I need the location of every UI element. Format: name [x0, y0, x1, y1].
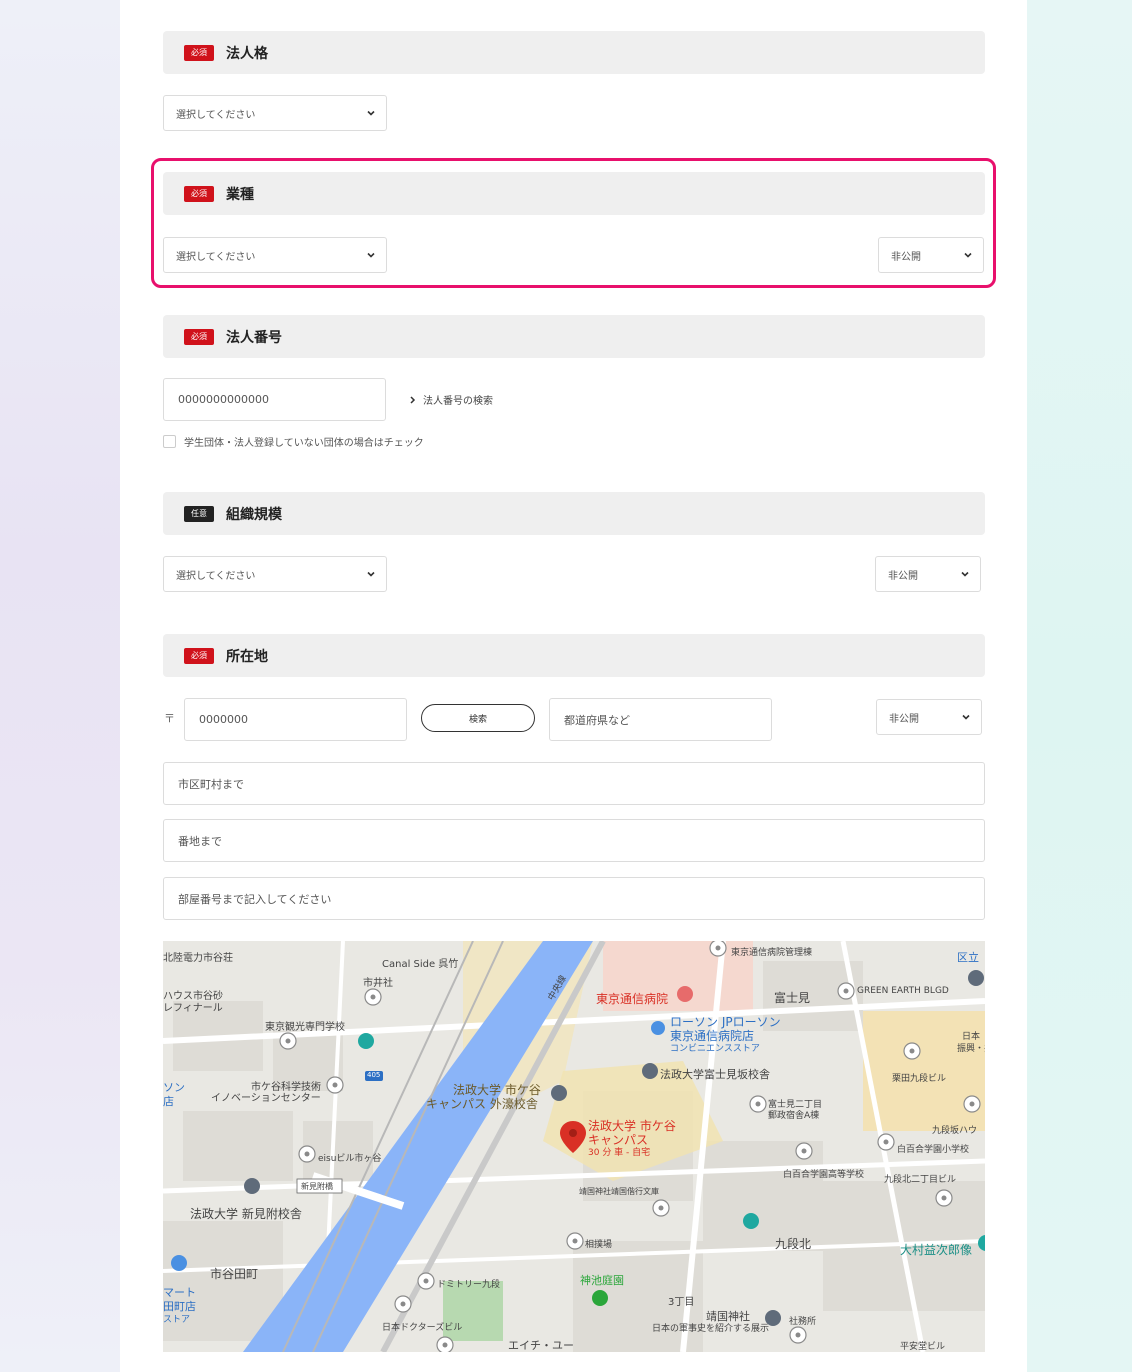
section-header-org-size: 任意 組織規模	[163, 492, 985, 535]
map-label: レフィナール	[163, 1003, 223, 1014]
input-placeholder: 都道府県など	[564, 713, 630, 727]
map-label: 社務所	[789, 1317, 817, 1327]
input-placeholder: 部屋番号まで記入してください	[178, 892, 332, 906]
section-title: 法人番号	[226, 329, 282, 346]
map-label: 405	[367, 1071, 381, 1079]
input-value: 0000000000000	[178, 393, 269, 406]
map-label: 白百合学園小学校	[897, 1145, 970, 1155]
map-label: 30 分 車 - 自宅	[588, 1148, 651, 1158]
select-value: 非公開	[888, 570, 918, 582]
map-label: 北陸電力市谷荘	[163, 953, 233, 964]
section-title: 法人格	[226, 45, 268, 62]
map-label: 市井社	[363, 978, 393, 989]
street-input[interactable]: 番地まで	[163, 819, 985, 862]
link-label: 法人番号の検索	[423, 396, 493, 407]
optional-badge: 任意	[184, 505, 214, 522]
map-label: eisuビル市ヶ谷	[318, 1154, 382, 1164]
required-badge: 必須	[184, 44, 214, 61]
map-label: ストア	[163, 1315, 191, 1325]
map-label: イノベーションセンター	[211, 1093, 321, 1104]
map-label: コンビニエンスストア	[670, 1044, 760, 1054]
map-label: 平安堂ビル	[900, 1342, 946, 1352]
map-label: 東京通信病院	[596, 992, 669, 1006]
map-label: 九段北	[775, 1237, 812, 1251]
page-background-right	[1027, 0, 1132, 1372]
button-label: 検索	[468, 714, 487, 725]
map-label: 法政大学 新見附校舎	[190, 1207, 302, 1221]
map-label: 九段北二丁目ビル	[884, 1175, 957, 1185]
chevron-down-icon	[962, 714, 970, 720]
select-value: 選択してください	[176, 570, 256, 582]
map-label: 靖国神社靖国偕行文庫	[579, 1187, 659, 1196]
map-label: Canal Side 呉竹	[382, 959, 459, 970]
map-label: 大村益次郎像	[900, 1243, 973, 1257]
map-label: キャンパス 外濠校舎	[426, 1097, 538, 1111]
section-header-location: 必須 所在地	[163, 634, 985, 677]
chevron-down-icon	[367, 110, 375, 116]
map-label: GREEN EARTH BLGD	[857, 986, 949, 996]
chevron-down-icon	[961, 571, 969, 577]
map-label: 市谷田町	[210, 1267, 259, 1281]
postal-search-button[interactable]: 検索	[421, 704, 535, 732]
location-visibility-select[interactable]: 非公開	[876, 699, 982, 735]
no-registration-checkbox-row[interactable]: 学生団体・法人登録していない団体の場合はチェック	[163, 434, 424, 449]
select-value: 非公開	[889, 713, 919, 725]
corporate-number-input[interactable]: 0000000000000	[163, 378, 386, 421]
section-header-corporate-number: 必須 法人番号	[163, 315, 985, 358]
map-label: エイチ・ユー	[508, 1339, 574, 1352]
map-label: 東京通信病院管理棟	[731, 948, 813, 958]
no-registration-checkbox[interactable]	[163, 435, 176, 448]
input-placeholder: 番地まで	[178, 834, 222, 848]
section-header-legal-entity: 必須 法人格	[163, 31, 985, 74]
checkbox-label: 学生団体・法人登録していない団体の場合はチェック	[184, 438, 424, 449]
corporate-number-search-link[interactable]: 法人番号の検索	[408, 392, 493, 407]
city-input[interactable]: 市区町村まで	[163, 762, 985, 805]
required-badge: 必須	[184, 647, 214, 664]
map-label: 白百合学園高等学校	[783, 1170, 865, 1180]
org-size-select[interactable]: 選択してください	[163, 556, 387, 592]
map-label: 九段坂ハウ	[932, 1126, 978, 1136]
prefecture-input[interactable]: 都道府県など	[549, 698, 772, 741]
map-label: 栗田九段ビル	[892, 1074, 947, 1084]
location-map[interactable]: 北陸電力市谷荘 Canal Side 呉竹 市井社 ハウス市谷砂 レフィナール …	[163, 941, 985, 1352]
map-label: 店	[163, 1095, 174, 1108]
input-value: 0000000	[199, 713, 248, 726]
postal-mark: 〒	[164, 712, 175, 725]
map-label: 東京観光専門学校	[265, 1022, 345, 1033]
map-label: 区立	[957, 951, 979, 964]
map-label: 日本ドクターズビル	[382, 1323, 463, 1333]
chevron-right-icon	[410, 395, 416, 404]
page-background-left	[0, 0, 120, 1372]
legal-entity-select[interactable]: 選択してください	[163, 95, 387, 131]
map-label: 新見附橋	[301, 1182, 333, 1191]
select-value: 選択してください	[176, 109, 256, 121]
map-label: 神池庭園	[580, 1274, 624, 1287]
map-label: ドミトリー九段	[437, 1280, 501, 1290]
map-base	[163, 941, 985, 1352]
map-label: 振興・共	[957, 1044, 985, 1054]
postal-code-input[interactable]: 0000000	[184, 698, 407, 741]
room-input[interactable]: 部屋番号まで記入してください	[163, 877, 985, 920]
required-badge: 必須	[184, 328, 214, 345]
map-label: 3丁目	[668, 1297, 695, 1308]
map-label: 郵政宿舎A棟	[768, 1111, 820, 1121]
map-label: 法政大学富士見坂校舎	[660, 1068, 770, 1081]
chevron-down-icon	[367, 571, 375, 577]
input-placeholder: 市区町村まで	[178, 777, 244, 791]
map-label: 富士見	[774, 991, 811, 1005]
section-title: 所在地	[226, 648, 268, 665]
map-label: 日本の軍事史を紹介する展示	[652, 1324, 770, 1334]
org-size-visibility-select[interactable]: 非公開	[875, 556, 981, 592]
highlight-frame	[151, 158, 996, 288]
section-title: 組織規模	[226, 506, 282, 523]
map-label: 相撲場	[585, 1240, 613, 1250]
